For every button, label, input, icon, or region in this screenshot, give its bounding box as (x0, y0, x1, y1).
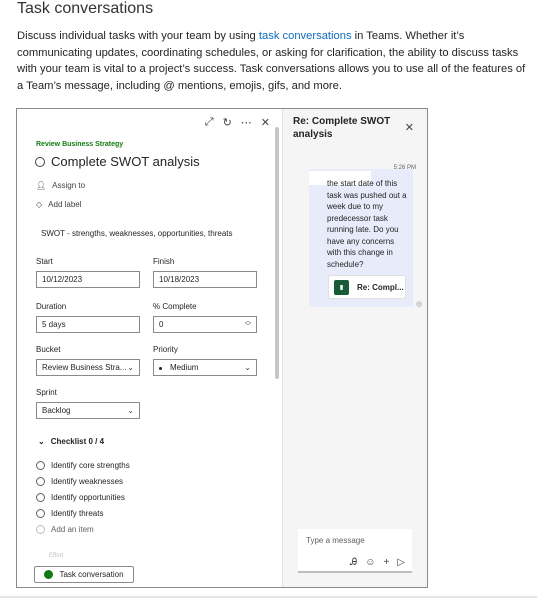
chevron-down-icon: ⌄ (38, 437, 45, 446)
planner-icon: ▮ (334, 279, 349, 295)
add-checklist-item[interactable]: Add an item (36, 525, 94, 534)
task-conversations-link[interactable]: task conversations (259, 30, 352, 42)
finish-label: Finish (153, 257, 175, 266)
complete-checkbox[interactable] (35, 156, 45, 167)
effort-label: Effort (49, 553, 64, 559)
person-icon: 👤︎ (36, 181, 47, 190)
checklist-item-label: Identify threats (51, 509, 104, 518)
finish-date-field[interactable]: 10/18/2023 (153, 271, 257, 288)
sprint-value: Backlog (42, 406, 71, 415)
checklist-item-label: Identify weaknesses (51, 477, 124, 486)
checklist-item[interactable]: Identify core strengths (36, 461, 130, 470)
task-description[interactable]: SWOT - strengths, weaknesses, opportunit… (41, 229, 233, 238)
bucket-dropdown[interactable]: Review Business Stra... ⌄ (36, 359, 140, 376)
checklist-toggle[interactable]: ⌄ Checklist 0 / 4 (38, 437, 104, 446)
conversation-title: Re: Complete SWOT analysis (293, 116, 391, 140)
compose-placeholder: Type a message (306, 536, 365, 545)
sprint-dropdown[interactable]: Backlog ⌄ (36, 402, 140, 419)
message-bubble: the start date of this task was pushed o… (309, 169, 413, 307)
task-conversation-button[interactable]: Task conversation (34, 566, 134, 583)
conversation-pane: Re: Complete SWOT analysis ✕ 5:26 PM the… (282, 109, 427, 587)
message-compose-box[interactable]: Type a message Ꭿ ☺ + ▷ (298, 529, 412, 573)
bottom-divider (0, 596, 537, 598)
duration-label: Duration (36, 302, 67, 311)
start-date-field[interactable]: 10/12/2023 (36, 271, 140, 288)
more-icon[interactable]: ⋯ (241, 116, 252, 129)
message-text: the start date of this task was pushed o… (327, 179, 407, 269)
history-icon[interactable]: ↻ (223, 116, 232, 129)
bucket-value: Review Business Stra... (42, 363, 127, 372)
checklist-item-label: Identify core strengths (51, 461, 130, 470)
priority-value: Medium (170, 363, 199, 372)
add-item-circle-icon (36, 525, 45, 534)
bucket-label: Bucket (36, 345, 61, 354)
chevron-down-icon: ⌄ (127, 363, 134, 372)
add-label-button[interactable]: ◇ Add label (36, 200, 82, 209)
task-details-pane: ⤢ ↻ ⋯ ✕ Review Business Strategy Complet… (17, 109, 280, 587)
task-card[interactable]: ▮ Re: Compl... (328, 275, 406, 299)
start-label: Start (36, 257, 53, 266)
priority-label: Priority (153, 345, 178, 354)
bucket-tag: Review Business Strategy (36, 141, 124, 148)
priority-dropdown[interactable]: Medium ⌄ (153, 359, 257, 376)
checklist-item-label: Identify opportunities (51, 493, 125, 502)
intro-text: Discuss individual tasks with your team … (17, 30, 259, 42)
close-icon[interactable]: ✕ (261, 116, 270, 129)
page-title: Task conversations (17, 0, 154, 17)
start-date-value: 10/12/2023 (42, 275, 83, 284)
checklist-checkbox[interactable] (36, 461, 45, 470)
emoji-icon[interactable]: ☺ (365, 557, 375, 568)
sprint-label: Sprint (36, 388, 57, 397)
task-conversation-label: Task conversation (59, 570, 124, 579)
intro-paragraph: Discuss individual tasks with your team … (17, 28, 529, 94)
close-icon[interactable]: ✕ (405, 121, 414, 134)
priority-dot-icon (159, 367, 162, 370)
checklist-item[interactable]: Identify threats (36, 509, 103, 518)
checklist-checkbox[interactable] (36, 477, 45, 486)
duration-field[interactable]: 5 days (36, 316, 140, 333)
stepper-icon[interactable]: ︿ ﹀ (245, 319, 251, 330)
add-item-label: Add an item (51, 525, 94, 534)
percent-complete-value: 0 (159, 320, 164, 329)
chat-icon (44, 570, 54, 579)
expand-icon[interactable]: ⤢ (205, 116, 214, 129)
finish-date-value: 10/18/2023 (159, 275, 200, 284)
task-scrollbar[interactable] (275, 127, 279, 379)
percent-complete-field[interactable]: 0 ︿ ﹀ (153, 316, 257, 333)
percent-complete-label: % Complete (153, 302, 197, 311)
task-title-row: Complete SWOT analysis (35, 154, 200, 169)
duration-value: 5 days (42, 320, 66, 329)
chevron-down-icon: ⌄ (127, 406, 134, 415)
send-icon[interactable]: ▷ (397, 557, 405, 568)
chevron-down-icon: ⌄ (244, 363, 251, 372)
compose-toolbar: Ꭿ ☺ + ▷ (350, 557, 405, 568)
teams-screenshot-frame: ⤢ ↻ ⋯ ✕ Review Business Strategy Complet… (16, 108, 428, 588)
add-label-text: Add label (48, 200, 82, 209)
tag-icon: ◇ (36, 200, 43, 209)
plus-icon[interactable]: + (383, 557, 389, 568)
task-card-label: Re: Compl... (357, 282, 404, 292)
assign-to-label: Assign to (52, 181, 86, 190)
reaction-icon[interactable]: ◎ (416, 300, 422, 308)
task-title[interactable]: Complete SWOT analysis (51, 154, 200, 169)
checklist-title: Checklist 0 / 4 (50, 437, 105, 446)
checklist-item[interactable]: Identify opportunities (36, 493, 125, 502)
task-toolbar: ⤢ ↻ ⋯ ✕ (205, 116, 270, 129)
assign-to-button[interactable]: 👤︎ Assign to (36, 181, 85, 190)
checklist-checkbox[interactable] (36, 509, 45, 518)
checklist-item[interactable]: Identify weaknesses (36, 477, 123, 486)
checklist-checkbox[interactable] (36, 493, 45, 502)
format-icon[interactable]: Ꭿ (350, 557, 357, 568)
